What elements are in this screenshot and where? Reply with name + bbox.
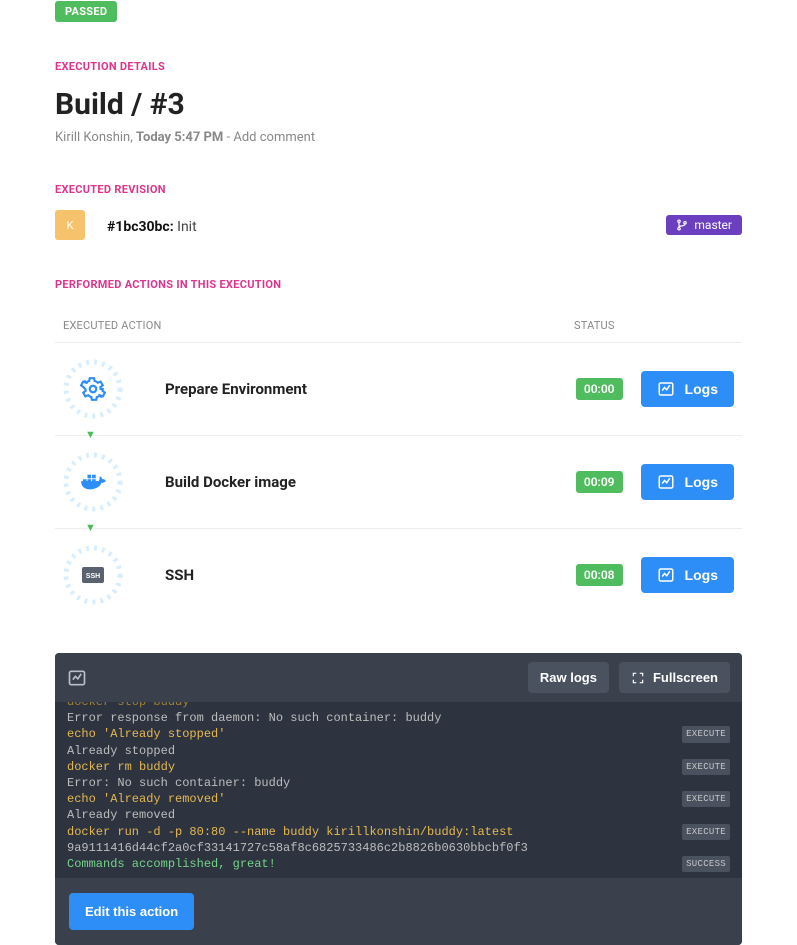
log-toolbar: Raw logs Fullscreen	[55, 653, 742, 702]
activity-icon[interactable]	[67, 668, 87, 688]
logs-button[interactable]: Logs	[641, 464, 734, 500]
table-header: EXECUTED ACTION STATUS	[55, 305, 742, 343]
action-icon-gear	[63, 452, 123, 512]
log-line: Error: No such container: buddy	[67, 775, 730, 791]
avatar: K	[55, 210, 85, 240]
execute-tag: EXECUTE	[682, 726, 730, 742]
action-name: Build Docker image	[165, 473, 576, 491]
execution-meta: Kirill Konshin, Today 5:47 PM - Add comm…	[55, 130, 742, 145]
logs-button[interactable]: Logs	[641, 557, 734, 593]
execute-tag: EXECUTE	[682, 824, 730, 840]
log-line: Error response from daemon: No such cont…	[67, 710, 730, 726]
action-row: Prepare Environment 00:00 Logs ▼	[55, 343, 742, 436]
revision-message: Init	[174, 219, 197, 235]
revision-row: K #1bc30bc: Init master	[55, 210, 742, 240]
logs-icon	[657, 566, 675, 584]
branch-icon	[676, 219, 688, 231]
section-label-revision: EXECUTED REVISION	[55, 183, 742, 196]
log-line: echo 'Already removed'EXECUTE	[67, 791, 730, 807]
log-line: Already stopped	[67, 743, 730, 759]
fullscreen-button[interactable]: Fullscreen	[619, 662, 730, 693]
meta-author: Kirill Konshin	[55, 130, 130, 145]
action-row: SSH SSH 00:08 Logs	[55, 529, 742, 621]
fullscreen-icon	[631, 671, 645, 685]
action-icon-gear: SSH	[63, 545, 123, 605]
log-line: 9a9111416d44cf2a0cf33141727c58af8c682573…	[67, 840, 730, 856]
add-comment-link[interactable]: Add comment	[233, 130, 315, 145]
th-executed-action: EXECUTED ACTION	[63, 319, 574, 332]
log-panel: Raw logs Fullscreen docker stop buddyErr…	[55, 653, 742, 945]
log-line: Commands accomplished, great!SUCCESS	[67, 856, 730, 872]
duration-badge: 00:08	[576, 564, 623, 586]
branch-badge[interactable]: master	[666, 215, 742, 235]
log-body[interactable]: docker stop buddyError response from dae…	[55, 702, 742, 878]
duration-badge: 00:09	[576, 471, 623, 493]
action-name: SSH	[165, 566, 576, 584]
section-label-performed: PERFORMED ACTIONS IN THIS EXECUTION	[55, 278, 742, 291]
edit-action-button[interactable]: Edit this action	[69, 893, 194, 930]
execute-tag: EXECUTE	[682, 759, 730, 775]
status-badge-passed: PASSED	[55, 1, 117, 22]
log-footer: Edit this action	[55, 878, 742, 945]
success-tag: SUCCESS	[682, 856, 730, 872]
page-title: Build / #3	[55, 87, 742, 122]
logs-button[interactable]: Logs	[641, 371, 734, 407]
action-row: Build Docker image 00:09 Logs ▼	[55, 436, 742, 529]
log-line: Already removed	[67, 807, 730, 823]
logs-icon	[657, 380, 675, 398]
action-icon-gear	[63, 359, 123, 419]
action-name: Prepare Environment	[165, 380, 576, 398]
th-status: STATUS	[574, 319, 734, 332]
execute-tag: EXECUTE	[682, 791, 730, 807]
log-line: docker run -d -p 80:80 --name buddy kiri…	[67, 824, 730, 840]
meta-time: Today 5:47 PM	[136, 130, 223, 145]
raw-logs-button[interactable]: Raw logs	[528, 662, 609, 693]
revision-hash[interactable]: #1bc30bc:	[107, 219, 174, 235]
logs-icon	[657, 473, 675, 491]
log-line: echo 'Already stopped'EXECUTE	[67, 726, 730, 742]
log-line: docker stop buddy	[67, 702, 730, 710]
log-line: docker rm buddyEXECUTE	[67, 759, 730, 775]
duration-badge: 00:00	[576, 378, 623, 400]
section-label-details: EXECUTION DETAILS	[55, 60, 742, 73]
